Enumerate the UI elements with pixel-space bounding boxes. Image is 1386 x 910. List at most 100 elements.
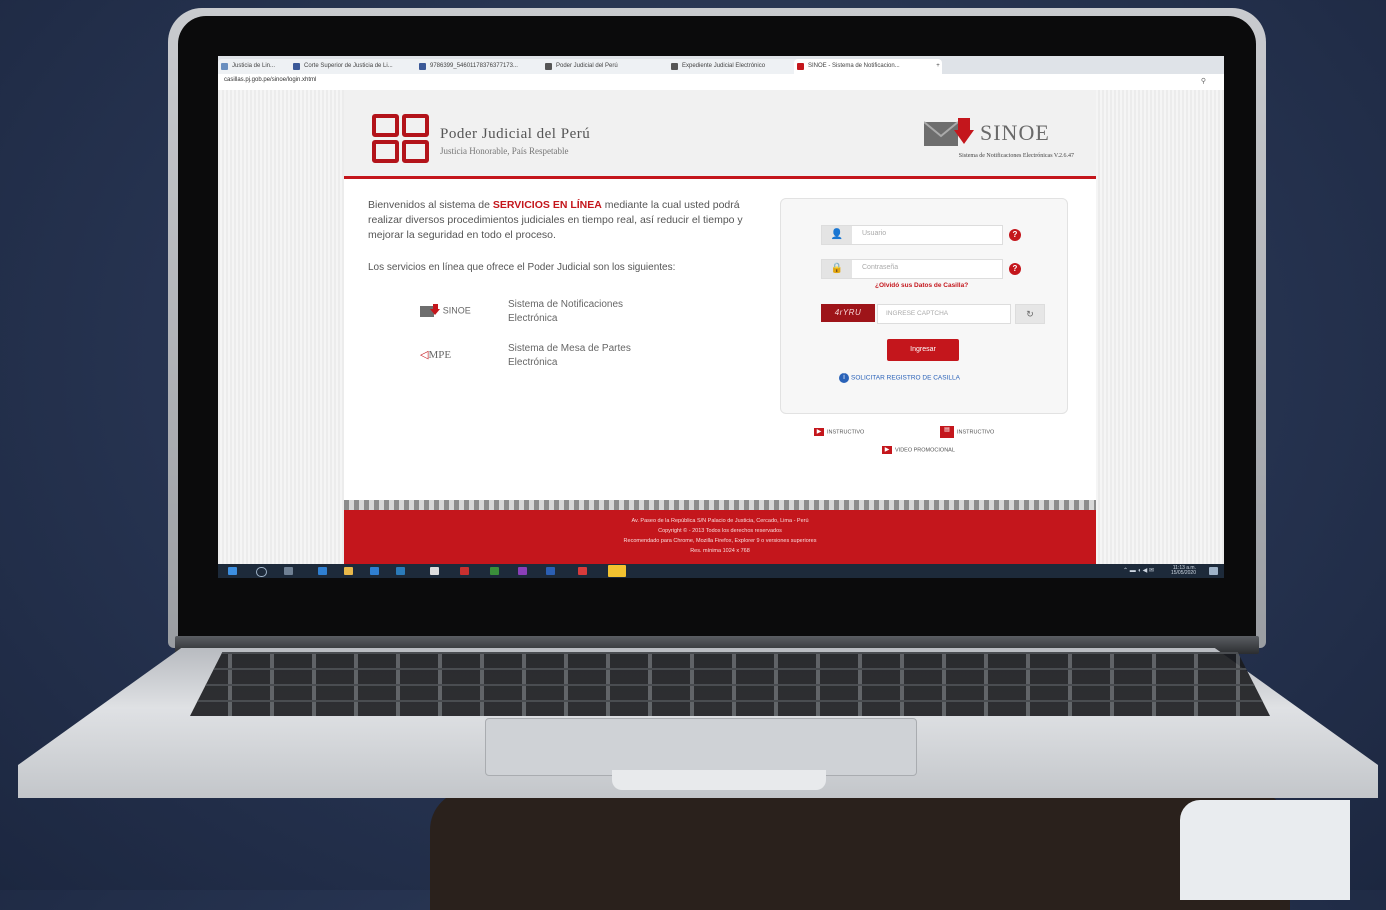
help-icon[interactable]: ? [1009,229,1021,241]
trackpad [485,718,917,776]
app-icon[interactable] [460,567,469,575]
service-name: Sistema de Mesa de Partes Electrónica [508,343,631,368]
welcome-highlight: SERVICIOS EN LÍNEA [492,199,602,211]
captcha-image: 4rYRU [821,304,875,322]
org-motto: Justicia Honorable, País Respetable [440,146,569,156]
system-tray[interactable]: ⌃ ▬ ◖ ◀ ✉ [1123,567,1154,574]
zoom-icon[interactable]: ⚲ [1201,77,1206,85]
org-name: Poder Judicial del Perú [440,126,591,142]
tab-label: Corte Superior de Justicia de Li... [304,63,393,69]
edge-icon[interactable] [318,567,327,575]
taskbar-clock[interactable]: 11:13 a.m. 15/05/2020 [1171,566,1196,576]
clock-date: 15/05/2020 [1170,570,1196,576]
footer-resolution: Res. mínima 1024 x 768 [690,548,750,554]
instructivo-link[interactable]: ▶ INSTRUCTIVO [814,428,864,436]
password-field[interactable]: 🔒 Contraseña [821,259,1003,279]
tab-favicon-icon [545,63,552,70]
welcome-pre: Bienvenidos al sistema de [368,199,493,211]
username-field[interactable]: 👤 Usuario [821,225,1003,245]
browser-tab[interactable]: Poder Judicial del Perú [542,59,680,74]
tab-favicon-icon [293,63,300,70]
word-icon[interactable] [546,567,555,575]
play-icon: ▶ [882,446,892,454]
system-subtitle: Sistema de Notificaciones Electrónicas V… [958,153,1074,159]
app-icon[interactable] [490,567,499,575]
new-tab-button[interactable]: + [932,59,944,74]
tab-label: 9786399_54601178376377173... [430,63,518,69]
pdf-icon: ▤ [940,426,954,438]
refresh-captcha-icon[interactable]: ↻ [1015,304,1045,324]
browser-tab[interactable]: Expediente Judicial Electrónico [668,59,806,74]
service-item-sinoe[interactable]: SINOE Sistema de Notificaciones Electrón… [420,298,720,332]
site-footer: Av. Paseo de la República S/N Palacio de… [344,510,1096,564]
password-placeholder: Contraseña [862,264,899,271]
browser-tab[interactable]: Corte Superior de Justicia de Li... [290,59,428,74]
folder-icon[interactable] [344,567,353,575]
captcha-placeholder: INGRESE CAPTCHA [886,310,949,317]
browser-tab[interactable]: 9786399_54601178376377173... [416,59,554,74]
user-icon: 👤 [822,226,852,244]
shirt-cuff [1180,800,1350,900]
forgot-credentials-link[interactable]: ¿Olvidó sus Datos de Casilla? [875,282,968,289]
video-label: VIDEO PROMOCIONAL [895,447,955,454]
sinoe-envelope-icon [924,118,974,146]
instructivo-pdf-link[interactable]: ▤ INSTRUCTIVO [940,426,994,438]
captcha-input[interactable]: INGRESE CAPTCHA [877,304,1011,324]
username-placeholder: Usuario [862,230,887,237]
app-icon[interactable] [396,567,405,575]
video-link[interactable]: ▶ VIDEO PROMOCIONAL [882,446,955,454]
mail-icon[interactable] [370,567,379,575]
chrome-icon[interactable] [608,565,626,577]
mpe-logo-text: MPE [428,349,452,361]
tab-label: SINOE - Sistema de Notificacion... [808,63,900,69]
browser-tab-bar: Justicia de Lin... Corte Superior de Jus… [218,56,1224,74]
browser-tab-active[interactable]: SINOE - Sistema de Notificacion... [794,59,942,74]
sinoe-service-logo: SINOE [420,304,492,326]
footer-browsers: Recomendado para Chrome, Mozilla Firefox… [623,538,817,544]
browser-address-bar[interactable]: casillas.pj.gob.pe/sinoe/login.xhtml ⚲ [218,74,1224,91]
notifications-icon[interactable] [1209,567,1218,575]
tab-label: Poder Judicial del Perú [556,63,618,69]
sinoe-mini-icon [420,304,440,317]
tab-label: Expediente Judicial Electrónico [682,63,766,69]
hand-arm [430,790,1290,910]
poder-judicial-logo-icon [372,114,432,164]
task-view-icon[interactable] [284,567,293,575]
tab-favicon-icon [221,63,228,70]
tab-label: Justicia de Lin... [232,63,276,69]
instructivo-pdf-label: INSTRUCTIVO [957,429,995,436]
tab-favicon-icon [671,63,678,70]
site-header: Poder Judicial del Perú Justicia Honorab… [344,90,1096,179]
mpe-service-logo: ◁MPE [420,348,492,370]
login-button[interactable]: Ingresar [887,339,959,361]
app-icon[interactable] [578,567,587,575]
address-url[interactable]: casillas.pj.gob.pe/sinoe/login.xhtml [224,77,316,83]
instructivo-label: INSTRUCTIVO [827,429,865,436]
laptop-notch [612,770,826,790]
search-icon[interactable] [256,567,267,577]
web-page: Poder Judicial del Perú Justicia Honorab… [218,90,1224,564]
services-intro: Los servicios en línea que ofrece el Pod… [368,262,676,273]
windows-taskbar: ⌃ ▬ ◖ ◀ ✉ 11:13 a.m. 15/05/2020 [218,564,1224,578]
register-link[interactable]: i SOLICITAR REGISTRO DE CASILLA [839,373,960,383]
play-icon: ▶ [814,428,824,436]
welcome-text: Bienvenidos al sistema de SERVICIOS EN L… [368,198,756,243]
app-icon[interactable] [518,567,527,575]
page-content: Poder Judicial del Perú Justicia Honorab… [344,90,1096,564]
help-icon[interactable]: ? [1009,263,1021,275]
login-panel: 👤 Usuario ? 🔒 Contraseña ? ¿Olvidó sus D… [780,198,1068,414]
service-item-mpe[interactable]: ◁MPE Sistema de Mesa de Partes Electróni… [420,342,720,376]
lock-icon: 🔒 [822,260,852,278]
laptop-screen: Justicia de Lin... Corte Superior de Jus… [218,56,1224,578]
system-name: SINOE [980,120,1050,145]
sinoe-logo-text: SINOE [442,305,471,316]
service-name: Sistema de Notificaciones Electrónica [508,299,624,324]
tab-favicon-icon [419,63,426,70]
keyboard-rows [190,652,1270,716]
info-icon: i [839,373,849,383]
register-label: SOLICITAR REGISTRO DE CASILLA [851,374,960,382]
start-icon[interactable] [228,567,237,575]
tab-favicon-icon [797,63,804,70]
footer-pattern [344,500,1096,510]
store-icon[interactable] [430,567,439,575]
